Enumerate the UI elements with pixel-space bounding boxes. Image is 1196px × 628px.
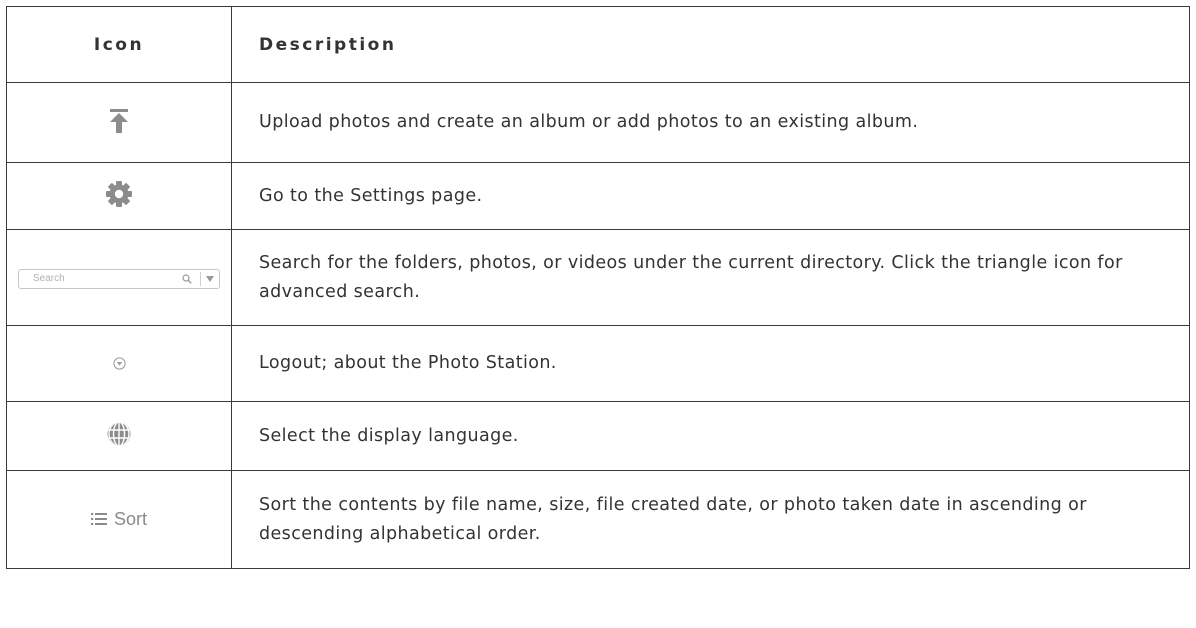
description-cell: Logout; about the Photo Station. (231, 325, 1190, 402)
gear-icon (106, 181, 132, 211)
search-placeholder: Search (33, 273, 65, 285)
header-icon: Icon (6, 6, 232, 83)
globe-icon (107, 422, 131, 450)
table-row: Sort Sort the contents by file name, siz… (6, 470, 1190, 569)
icon-cell (6, 162, 232, 230)
icon-cell (6, 401, 232, 471)
description-cell: Go to the Settings page. (231, 162, 1190, 230)
icon-description-table: Icon Description Upload photos and creat… (6, 6, 1190, 569)
circle-chevron-down-icon (112, 355, 126, 374)
description-cell: Select the display language. (231, 401, 1190, 471)
triangle-down-icon (201, 275, 219, 282)
header-description: Description (231, 6, 1190, 83)
table-header-row: Icon Description (6, 6, 1190, 83)
icon-cell: Sort (6, 470, 232, 569)
description-cell: Upload photos and create an album or add… (231, 82, 1190, 163)
description-cell: Search for the folders, photos, or video… (231, 229, 1190, 326)
table-row: Search Search for the folders, photos, o… (6, 229, 1190, 326)
list-icon (90, 512, 107, 526)
table-row: Select the display language. (6, 401, 1190, 471)
sort-button: Sort (90, 508, 147, 530)
table-row: Logout; about the Photo Station. (6, 325, 1190, 402)
icon-cell: Search (6, 229, 232, 326)
sort-label: Sort (113, 508, 147, 529)
table-row: Upload photos and create an album or add… (6, 82, 1190, 163)
description-cell: Sort the contents by file name, size, fi… (231, 470, 1190, 569)
icon-cell (6, 82, 232, 163)
search-icon (178, 274, 196, 284)
upload-icon (110, 108, 128, 137)
icon-cell (6, 325, 232, 402)
search-box: Search (18, 268, 220, 289)
table-row: Go to the Settings page. (6, 162, 1190, 230)
